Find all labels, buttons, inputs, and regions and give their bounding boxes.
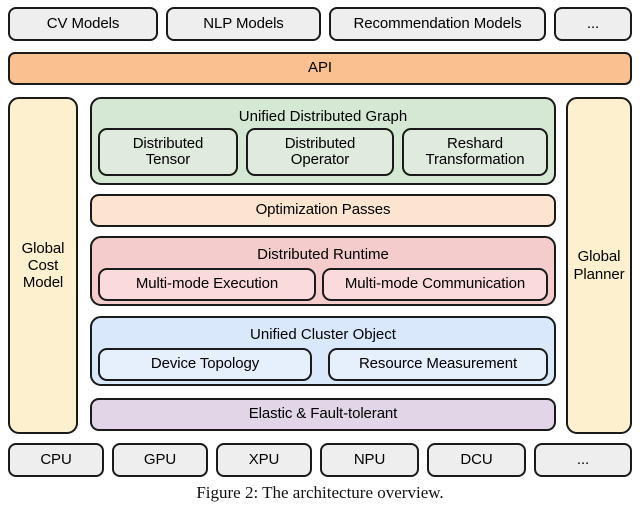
multi-mode-communication-box: Multi-mode Communication xyxy=(322,268,548,301)
model-box-nlp-models: NLP Models xyxy=(166,7,321,41)
hardware-box-ellipsis: ... xyxy=(534,443,632,477)
hardware-box-dcu: DCU xyxy=(427,443,526,477)
global-planner-column: Global Planner xyxy=(566,97,632,434)
model-box-recommendation-models: Recommendation Models xyxy=(329,7,546,41)
distributed-runtime-title: Distributed Runtime xyxy=(257,246,389,263)
unified-distributed-graph-title: Unified Distributed Graph xyxy=(238,108,408,125)
hardware-box-gpu: GPU xyxy=(112,443,208,477)
figure-caption: Figure 2: The architecture overview. xyxy=(196,483,444,502)
hardware-box-npu: NPU xyxy=(320,443,419,477)
resource-measurement-box: Resource Measurement xyxy=(328,348,548,381)
global-cost-model-column: Global Cost Model xyxy=(8,97,78,434)
distributed-tensor-box: Distributed Tensor xyxy=(98,128,238,176)
unified-cluster-object-title: Unified Cluster Object xyxy=(250,326,396,343)
model-box-cv-models: CV Models xyxy=(8,7,158,41)
optimization-passes-bar: Optimization Passes xyxy=(90,194,556,227)
model-box-ellipsis: ... xyxy=(554,7,632,41)
architecture-diagram: CV Models NLP Models Recommendation Mode… xyxy=(0,0,640,516)
hardware-box-cpu: CPU xyxy=(8,443,104,477)
device-topology-box: Device Topology xyxy=(98,348,312,381)
elastic-fault-tolerant-bar: Elastic & Fault-tolerant xyxy=(90,398,556,431)
hardware-box-xpu: XPU xyxy=(216,443,312,477)
distributed-operator-box: Distributed Operator xyxy=(246,128,394,176)
api-layer-bar: API xyxy=(8,52,632,85)
multi-mode-execution-box: Multi-mode Execution xyxy=(98,268,316,301)
reshard-transformation-box: Reshard Transformation xyxy=(402,128,548,176)
